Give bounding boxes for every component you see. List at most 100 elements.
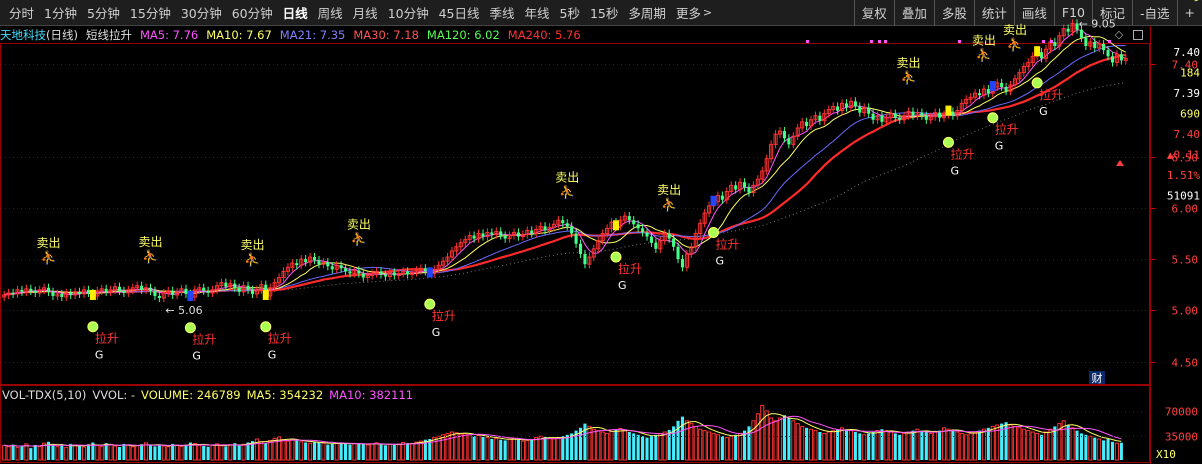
volume-bar-222 [986,427,990,460]
volume-bar-58 [259,441,264,461]
candle-body-110 [490,232,494,235]
price-tick-label-3: 5.50 [1172,254,1199,267]
sell-figure-icon-8: ⛹ [1007,36,1023,53]
volume-bar-22 [99,445,104,461]
volume-bar-163 [724,437,729,461]
volume-bar-11 [51,445,55,460]
candle-body-81 [361,273,365,278]
volume-bars-group [2,404,1123,461]
candle-body-78 [348,271,352,274]
volume-bar-146 [649,436,653,460]
volume-bar-34 [153,446,157,460]
volume-bar-242 [1075,430,1079,460]
candle-body-246 [1093,41,1097,49]
candle-body-142 [632,220,636,225]
readout-label-6: 1.51% [1167,169,1200,182]
volume-bar-205 [911,430,915,460]
volume-bar-252 [1119,442,1123,460]
sell-label-4: 卖出 [555,171,579,185]
volume-bar-180 [800,425,805,461]
sell-figure-icon-5: ⛹ [661,196,677,213]
volume-bar-133 [591,428,596,461]
candle-body-86 [383,274,388,277]
volume-bar-29 [130,446,135,461]
volume-bar-5 [24,443,29,461]
volume-bar-183 [813,430,818,461]
volume-bar-86 [383,445,388,460]
signal-block-1 [187,290,194,301]
buy-label-6: 拉升 [950,146,974,161]
candle-body-11 [51,291,55,296]
volume-bar-85 [379,444,383,460]
volume-bar-132 [587,425,592,461]
volume-bar-3 [15,446,20,461]
volume-bar-107 [476,435,481,461]
candle-body-201 [893,113,897,118]
volume-bar-127 [565,434,569,460]
candle-body-234 [1040,52,1044,59]
signal-block-6 [945,105,952,116]
signal-dot-7 [1108,40,1111,43]
volume-bar-230 [1021,428,1026,461]
readout-label-3: 690 [1180,108,1200,121]
volume-bar-229 [1017,427,1022,461]
volume-bar-112 [499,439,503,460]
volume-bar-143 [636,434,640,460]
candle-body-112 [499,231,503,236]
kline-chart[interactable]: 7.406.506.005.505.004.507.401847.396907.… [0,0,1202,464]
volume-bar-39 [175,444,180,461]
volume-bar-37 [166,446,171,461]
signal-block-8 [1034,46,1041,57]
volume-bar-121 [538,435,543,461]
candle-body-2 [11,292,15,294]
candle-body-153 [680,259,685,268]
volume-bar-13 [60,445,64,460]
volume-bar-233 [1035,432,1040,461]
candle-body-188 [836,106,840,111]
volume-bar-218 [968,432,973,461]
buy-apple-icon-2 [260,321,272,333]
candle-body-141 [627,216,631,221]
volume-bar-202 [898,434,902,460]
volume-bar-228 [1012,425,1018,461]
volume-bar-171 [760,404,765,461]
buy-g-label-8: G [1039,105,1048,118]
volume-bar-160 [711,432,716,461]
candle-body-192 [853,101,857,107]
signal-dot-0 [806,40,809,43]
sell-label-7: 卖出 [972,33,996,47]
volume-bar-244 [1084,434,1088,460]
financial-marker-label: 财 [1092,371,1103,385]
readout-label-0: 7.40 [1174,46,1201,59]
signal-dot-1 [870,40,873,43]
candle-body-202 [898,117,902,120]
candle-body-150 [667,233,671,239]
volume-bar-50 [224,446,228,460]
candle-body-77 [344,268,348,272]
candle-body-34 [153,290,157,296]
candle-body-195 [867,107,871,114]
volume-bar-187 [831,430,836,461]
candle-body-130 [578,243,583,254]
buy-apple-icon-7 [987,112,999,124]
candle-body-225 [1000,82,1004,88]
volume-bar-116 [516,439,521,460]
volume-bar-71 [317,442,321,460]
candle-body-73 [326,262,330,267]
volume-bar-31 [140,444,144,460]
candle-body-7 [33,290,37,293]
volume-bar-209 [928,432,933,461]
buy-label-4: 拉升 [618,261,642,276]
readout-label-5: ▲0.11 [1167,149,1200,162]
volume-bar-51 [228,444,233,461]
volume-bar-99 [441,434,446,461]
volume-unit-label: X10 [1156,448,1176,461]
volume-bar-4 [20,446,24,460]
volume-bar-155 [689,423,694,461]
volume-bar-8 [37,445,42,461]
volume-bar-47 [210,444,215,461]
volume-bar-195 [867,433,871,460]
candle-body-108 [481,233,485,237]
current-price-marker-icon [1116,160,1124,166]
volume-bar-104 [463,432,468,461]
